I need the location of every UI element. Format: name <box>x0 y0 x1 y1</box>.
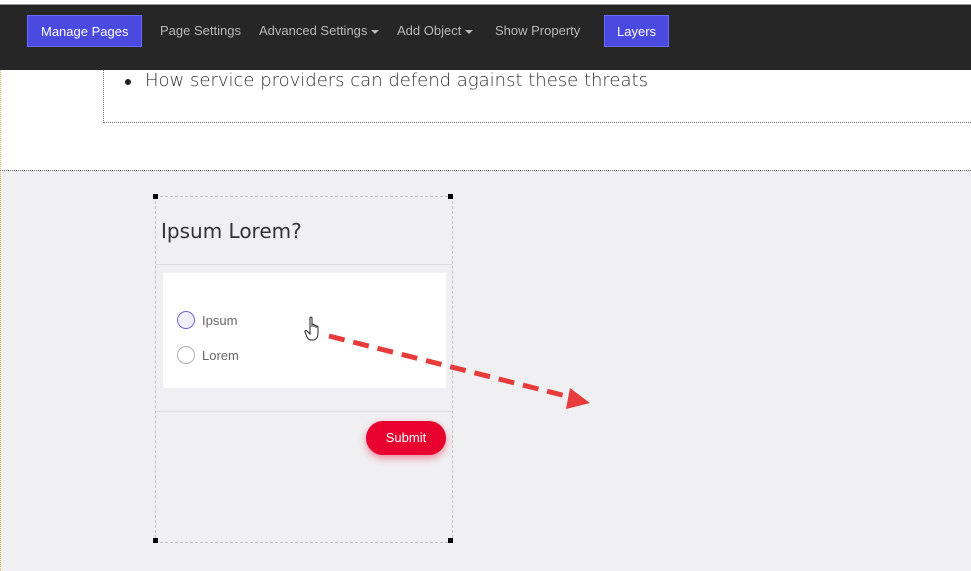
hand-pointer-icon <box>304 316 319 341</box>
dashed-arrow-icon <box>328 333 590 409</box>
